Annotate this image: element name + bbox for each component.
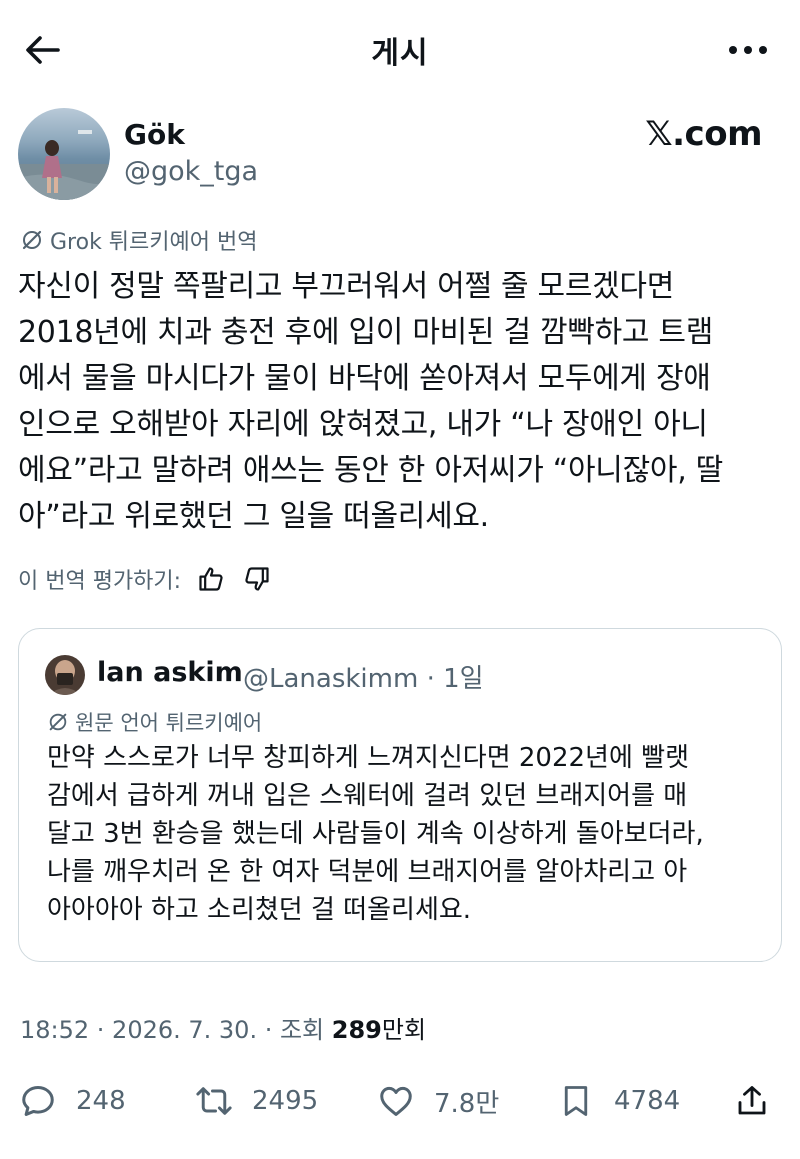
post-timestamp: 18:52 · 2026. 7. 30. · 조회 289만회 xyxy=(20,1010,426,1045)
quoted-author-avatar xyxy=(45,655,85,695)
repost-button[interactable]: 2495 xyxy=(194,1076,318,1126)
thumbs-down-button[interactable] xyxy=(241,563,273,595)
share-icon xyxy=(738,1086,766,1115)
time-text: 18:52 · 2026. 7. 30. · 조회 xyxy=(20,1016,332,1044)
view-count: 289 xyxy=(331,1016,382,1044)
thumbs-down-icon xyxy=(245,567,269,591)
thumbs-up-icon xyxy=(199,567,223,591)
quoted-author-name: lan askim xyxy=(97,657,243,688)
like-button[interactable]: 7.8만 xyxy=(376,1076,499,1126)
quoted-tweet-card[interactable]: lan askim @Lanaskimm · 1일 원문 언어 튀르키예어 만약… xyxy=(18,628,782,962)
thumbs-up-button[interactable] xyxy=(195,563,227,595)
quoted-language-label: 원문 언어 튀르키예어 xyxy=(47,707,262,737)
grok-icon xyxy=(49,713,67,731)
repost-icon xyxy=(196,1087,232,1115)
reply-icon xyxy=(22,1086,54,1116)
author-handle[interactable]: @gok_tga xyxy=(124,156,258,187)
tweet-line: 에서 물을 마시다가 물이 바닥에 쏟아져서 모두에게 장애 xyxy=(18,361,711,396)
action-bar: 248 2495 7.8만 4784 xyxy=(0,1076,800,1126)
author-display-name[interactable]: Gök xyxy=(124,118,185,151)
quoted-line: 나를 깨우치러 온 한 여자 덕분에 브래지어를 알아차리고 아 xyxy=(47,857,688,887)
quoted-author-meta: @Lanaskimm · 1일 xyxy=(243,664,484,694)
repost-count: 2495 xyxy=(252,1086,319,1116)
tweet-line: 자신이 정말 쪽팔리고 부끄러워서 어쩔 줄 모르겠다면 xyxy=(18,269,675,304)
reply-button[interactable]: 248 xyxy=(18,1076,126,1126)
translation-text: Grok 튀르키예어 번역 xyxy=(50,230,258,255)
share-button[interactable] xyxy=(732,1076,772,1126)
quoted-line: 감에서 급하게 꺼내 입은 스웨터에 걸려 있던 브래지어를 매 xyxy=(47,781,688,811)
tweet-line: 2018년에 치과 충전 후에 입이 마비된 걸 깜빡하고 트램 xyxy=(18,315,714,350)
grok-icon xyxy=(22,230,42,250)
tweet-text: 자신이 정말 쪽팔리고 부끄러워서 어쩔 줄 모르겠다면 2018년에 치과 충… xyxy=(18,264,788,540)
reply-count: 248 xyxy=(76,1086,126,1116)
top-bar: 게시 xyxy=(0,0,800,100)
rate-translation: 이 번역 평가하기: xyxy=(18,563,273,595)
quoted-tweet-text: 만약 스스로가 너무 창피하게 느껴지신다면 2022년에 빨랫 감에서 급하게… xyxy=(47,739,767,929)
bookmark-count: 4784 xyxy=(614,1086,681,1116)
tweet-line: 인으로 오해받아 자리에 앉혀졌고, 내가 “나 장애인 아니 xyxy=(18,407,708,442)
page-title: 게시 xyxy=(371,36,429,71)
bookmark-button[interactable]: 4784 xyxy=(556,1076,680,1126)
source-watermark: 𝕏.com xyxy=(645,114,762,154)
quoted-line: 만약 스스로가 너무 창피하게 느껴지신다면 2022년에 빨랫 xyxy=(47,743,689,773)
author-avatar[interactable] xyxy=(18,108,110,200)
more-dots-icon xyxy=(729,46,767,54)
more-options-button[interactable] xyxy=(726,32,770,68)
like-count: 7.8만 xyxy=(434,1088,500,1119)
quoted-language-text: 원문 언어 튀르키예어 xyxy=(75,711,263,735)
bookmark-icon xyxy=(564,1086,588,1116)
translation-label: Grok 튀르키예어 번역 xyxy=(20,224,257,256)
rate-label: 이 번역 평가하기: xyxy=(18,569,182,594)
heart-icon xyxy=(380,1086,412,1116)
quoted-line: 아아아아 하고 소리쳤던 걸 떠올리세요. xyxy=(47,895,472,925)
view-count-unit: 만회 xyxy=(381,1016,427,1044)
quoted-line: 달고 3번 환승을 했는데 사람들이 계속 이상하게 돌아보더라, xyxy=(47,819,704,849)
tweet-line: 아”라고 위로했던 그 일을 떠올리세요. xyxy=(18,499,489,534)
tweet-line: 에요”라고 말하려 애쓰는 동안 한 아저씨가 “아니잖아, 딸 xyxy=(18,453,723,488)
